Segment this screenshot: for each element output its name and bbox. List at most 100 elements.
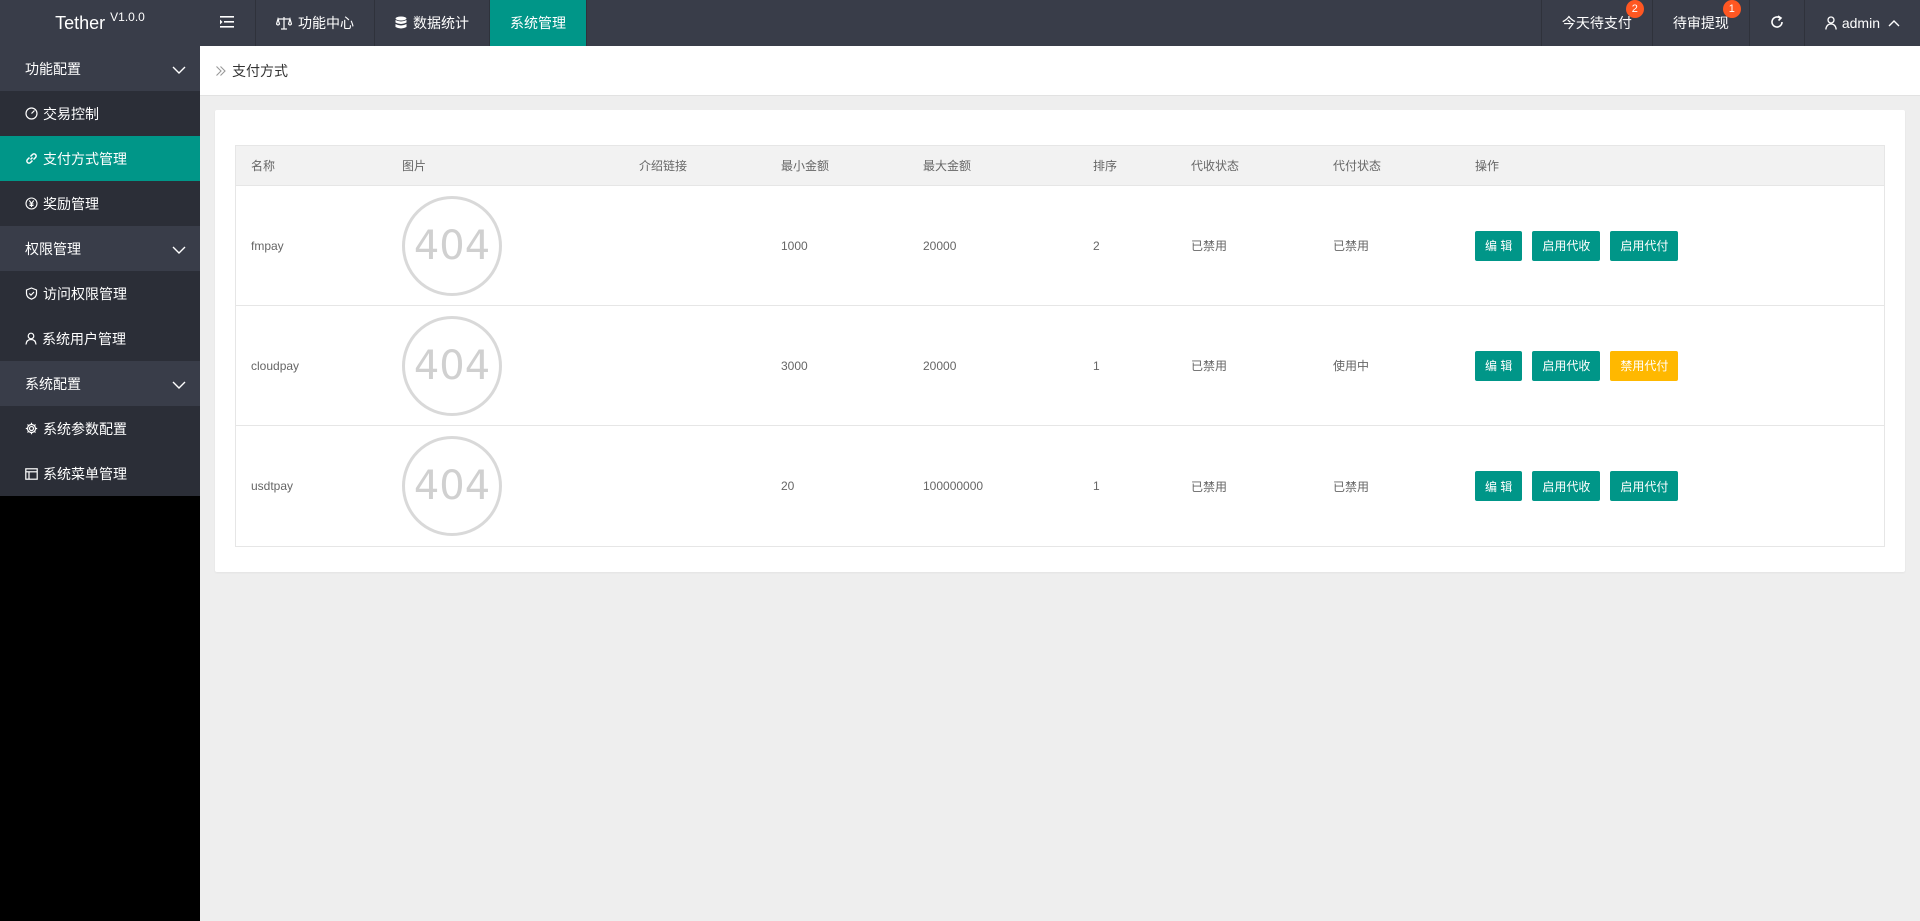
- refresh-icon: [1770, 14, 1784, 32]
- cell-actions: 编 辑启用代收 启用代付: [1460, 471, 1880, 501]
- topnav-function-center[interactable]: 功能中心: [256, 0, 375, 46]
- sidebar-group-label: 权限管理: [25, 240, 81, 257]
- gauge-icon: [25, 107, 38, 120]
- sidebar-group-permissions[interactable]: 权限管理: [0, 226, 200, 271]
- table-row: fmpay 404 1000 20000 2 已禁用 已禁用 编 辑启用代收 启用…: [236, 186, 1884, 306]
- user-menu[interactable]: admin: [1803, 0, 1920, 46]
- yen-icon: [25, 197, 38, 210]
- sidebar-item-label: 系统菜单管理: [43, 465, 127, 482]
- link-icon: [25, 152, 38, 165]
- topnav-system-management[interactable]: 系统管理: [490, 0, 587, 46]
- cell-max: 20000: [923, 358, 957, 373]
- app-version: V1.0.0: [110, 10, 145, 24]
- pending-payment-label: 今天待支付: [1561, 15, 1632, 31]
- edit-button[interactable]: 编 辑: [1475, 471, 1523, 501]
- gear-icon: [25, 422, 38, 435]
- cell-sort: 1: [1093, 358, 1100, 373]
- col-header-sort[interactable]: 排序: [1078, 157, 1176, 174]
- window-icon: [25, 467, 38, 480]
- cell-collect-status: 已禁用: [1191, 239, 1228, 253]
- sidebar-item-label: 系统用户管理: [42, 330, 126, 347]
- sidebar-item-system-users[interactable]: 系统用户管理: [0, 316, 200, 361]
- sidebar-group-system-config[interactable]: 系统配置: [0, 361, 200, 406]
- col-header-max[interactable]: 最大金额: [908, 157, 1078, 174]
- cell-min: 20: [781, 479, 795, 493]
- menu-toggle-icon: [219, 15, 236, 32]
- cell-min: 3000: [781, 358, 808, 373]
- col-header-name[interactable]: 名称: [236, 157, 387, 174]
- cell-pay-status: 已禁用: [1333, 239, 1370, 253]
- pending-payment-badge: 2: [1625, 0, 1644, 18]
- cell-image: 404: [387, 315, 624, 416]
- col-header-image[interactable]: 图片: [387, 157, 624, 174]
- refresh-button[interactable]: [1748, 0, 1804, 46]
- cell-max: 20000: [923, 238, 957, 253]
- enable-pay-button[interactable]: 启用代付: [1610, 230, 1679, 261]
- pending-withdraw-badge: 1: [1722, 0, 1741, 18]
- topnav-label: 数据统计: [413, 15, 469, 31]
- cell-actions: 编 辑启用代收 启用代付: [1460, 230, 1880, 261]
- sidebar-item-label: 交易控制: [43, 105, 99, 122]
- top-header: Tether V1.0.0 功能中心 数据统计 系统管理 今天待支付 2 待审提…: [0, 0, 1920, 46]
- enable-collect-button[interactable]: 启用代收: [1532, 230, 1601, 261]
- sidebar-toggle-button[interactable]: [200, 0, 256, 46]
- pending-withdraw-label: 待审提现: [1672, 15, 1729, 31]
- sidebar-item-access-permissions[interactable]: 访问权限管理: [0, 271, 200, 316]
- col-header-collect-status[interactable]: 代收状态: [1176, 157, 1318, 174]
- col-header-link[interactable]: 介绍链接: [624, 157, 766, 174]
- cell-max: 100000000: [923, 479, 984, 493]
- cell-sort: 2: [1093, 238, 1100, 253]
- table-row: cloudpay 404 3000 20000 1 已禁用 使用中 编 辑启用代…: [236, 306, 1884, 426]
- edit-button[interactable]: 编 辑: [1475, 230, 1523, 261]
- enable-collect-button[interactable]: 启用代收: [1532, 350, 1601, 381]
- edit-button[interactable]: 编 辑: [1475, 350, 1523, 381]
- sidebar-item-rewards[interactable]: 奖励管理: [0, 181, 200, 226]
- pending-withdraw-link[interactable]: 待审提现 1: [1651, 0, 1749, 46]
- logo[interactable]: Tether V1.0.0: [0, 0, 200, 46]
- breadcrumb: 支付方式: [200, 46, 1920, 96]
- payment-methods-table: 名称 图片 介绍链接 最小金额 最大金额 排序 代收状态 代付状态 操作 fmp…: [235, 145, 1885, 547]
- sidebar-item-trade-control[interactable]: 交易控制: [0, 91, 200, 136]
- cell-image: 404: [387, 195, 624, 296]
- col-header-actions: 操作: [1475, 159, 1500, 173]
- cell-image: 404: [387, 436, 624, 536]
- chevron-down-icon: [172, 241, 186, 257]
- sidebar-item-system-params[interactable]: 系统参数配置: [0, 406, 200, 451]
- enable-collect-button[interactable]: 启用代收: [1532, 471, 1601, 501]
- cell-pay-status: 使用中: [1333, 359, 1370, 373]
- sidebar-group-function-config[interactable]: 功能配置: [0, 46, 200, 91]
- cell-collect-status: 已禁用: [1191, 359, 1228, 373]
- topnav-label: 系统管理: [510, 15, 566, 31]
- sidebar: 功能配置 交易控制 支付方式管理 奖励管理 权限管理 访问权限管理 系统用户管理…: [0, 46, 200, 496]
- sidebar-item-payment-methods[interactable]: 支付方式管理: [0, 136, 200, 181]
- double-chevron-right-icon: [215, 65, 227, 77]
- col-header-pay-status[interactable]: 代付状态: [1318, 157, 1460, 174]
- top-nav: 功能中心 数据统计 系统管理: [200, 0, 587, 46]
- sidebar-item-label: 支付方式管理: [43, 150, 127, 167]
- col-header-min[interactable]: 最小金额: [766, 157, 908, 174]
- sidebar-group-label: 功能配置: [25, 60, 81, 77]
- table-row: usdtpay 404 20 100000000 1 已禁用 已禁用 编 辑启用…: [236, 426, 1884, 546]
- cell-name: usdtpay: [251, 479, 294, 493]
- chevron-down-icon: [172, 61, 186, 77]
- user-icon: [25, 332, 37, 345]
- chevron-down-icon: [172, 376, 186, 392]
- shield-icon: [25, 287, 38, 300]
- sidebar-item-system-menus[interactable]: 系统菜单管理: [0, 451, 200, 496]
- cell-actions: 编 辑启用代收 禁用代付: [1460, 350, 1880, 381]
- topnav-label: 功能中心: [298, 15, 354, 31]
- app-name: Tether: [55, 12, 106, 33]
- table-header: 名称 图片 介绍链接 最小金额 最大金额 排序 代收状态 代付状态 操作: [236, 146, 1884, 186]
- scale-icon: [276, 16, 292, 30]
- chevron-up-icon: [1888, 19, 1900, 27]
- sidebar-group-label: 系统配置: [25, 375, 81, 392]
- disable-pay-button[interactable]: 禁用代付: [1610, 350, 1679, 381]
- enable-pay-button[interactable]: 启用代付: [1610, 471, 1679, 501]
- pending-payment-link[interactable]: 今天待支付 2: [1540, 0, 1652, 46]
- breadcrumb-current: 支付方式: [232, 62, 288, 79]
- sidebar-item-label: 系统参数配置: [43, 420, 127, 437]
- cell-collect-status: 已禁用: [1191, 479, 1228, 494]
- topnav-statistics[interactable]: 数据统计: [375, 0, 490, 46]
- sidebar-item-label: 访问权限管理: [43, 285, 127, 302]
- broken-image-404: 404: [402, 195, 502, 296]
